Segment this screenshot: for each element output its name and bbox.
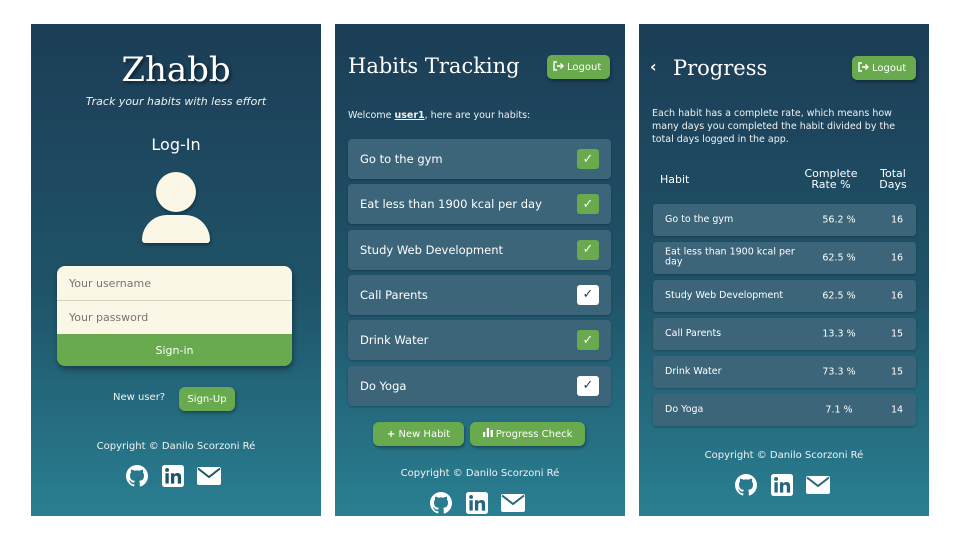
social-links xyxy=(429,491,525,515)
logout-button[interactable]: Logout xyxy=(852,56,916,80)
progress-days-value: 16 xyxy=(890,252,904,264)
logout-button[interactable]: Logout xyxy=(547,55,610,79)
progress-rate-value: 73.3 % xyxy=(822,366,856,378)
bar-chart-icon xyxy=(482,428,493,440)
social-links xyxy=(125,464,221,488)
password-input[interactable] xyxy=(57,300,292,334)
linkedin-icon[interactable] xyxy=(465,491,489,515)
github-icon[interactable] xyxy=(734,473,758,497)
login-screen: Zhabb Track your habits with less effort… xyxy=(31,24,321,516)
habit-row: Do Yoga ✓ xyxy=(348,365,611,406)
progress-rate-value: 13.3 % xyxy=(822,328,856,340)
progress-intro: Each habit has a complete rate, which me… xyxy=(652,108,896,145)
github-icon[interactable] xyxy=(125,464,149,488)
progress-row: Eat less than 1900 kcal per day 62.5 % 16 xyxy=(653,242,916,274)
sign-in-button[interactable]: Sign-in xyxy=(57,334,292,366)
progress-days-value: 15 xyxy=(890,328,904,340)
copyright-text: Copyright © Danilo Scorzoni Ré xyxy=(96,441,256,452)
logout-label: Logout xyxy=(567,61,602,73)
habit-label: Study Web Development xyxy=(360,242,504,257)
progress-days-value: 16 xyxy=(890,290,904,302)
logout-icon xyxy=(553,60,564,74)
copyright-text: Copyright © Danilo Scorzoni Ré xyxy=(704,450,864,461)
check-icon: ✓ xyxy=(582,242,594,258)
page-title: Progress xyxy=(673,56,768,80)
progress-rate-value: 62.5 % xyxy=(822,290,856,302)
welcome-message: Welcome user1, here are your habits: xyxy=(348,110,531,121)
progress-habit-name: Go to the gym xyxy=(665,213,734,225)
progress-rate-value: 56.2 % xyxy=(822,214,856,226)
app-brand-title: Zhabb xyxy=(121,50,231,90)
username-input[interactable] xyxy=(57,266,292,300)
habit-row: Drink Water ✓ xyxy=(348,320,611,361)
sign-up-button[interactable]: Sign-Up xyxy=(179,387,235,411)
habit-checkbox[interactable]: ✓ xyxy=(577,194,599,215)
progress-check-button[interactable]: Progress Check xyxy=(470,422,585,446)
habit-row: Go to the gym ✓ xyxy=(348,139,611,179)
progress-days-value: 14 xyxy=(890,404,904,416)
habit-checkbox[interactable]: ✓ xyxy=(577,239,599,260)
habit-checkbox[interactable]: ✓ xyxy=(577,149,599,169)
new-habit-label: New Habit xyxy=(398,428,451,440)
habit-row: Eat less than 1900 kcal per day ✓ xyxy=(348,184,611,225)
copyright-text: Copyright © Danilo Scorzoni Ré xyxy=(400,468,560,479)
column-header-rate: Complete Rate % xyxy=(804,167,858,191)
habit-label: Drink Water xyxy=(360,333,429,348)
check-icon: ✓ xyxy=(582,151,594,167)
logout-icon xyxy=(858,61,869,75)
back-chevron-icon[interactable]: ‹ xyxy=(650,57,657,76)
mail-icon[interactable] xyxy=(501,491,525,515)
progress-habit-name: Call Parents xyxy=(665,327,722,339)
new-habit-button[interactable]: + New Habit xyxy=(373,422,464,446)
habit-label: Do Yoga xyxy=(360,378,407,393)
column-header-days: Total Days xyxy=(879,167,907,191)
check-icon: ✓ xyxy=(582,196,594,212)
page-title: Habits Tracking xyxy=(348,54,520,78)
username-link[interactable]: user1 xyxy=(394,110,424,121)
habit-checkbox[interactable]: ✓ xyxy=(577,284,599,305)
progress-row: Drink Water 73.3 % 15 xyxy=(653,356,916,388)
check-icon: ✓ xyxy=(582,287,594,303)
progress-habit-name: Drink Water xyxy=(665,365,722,377)
habit-checkbox[interactable]: ✓ xyxy=(577,330,599,351)
progress-days-value: 16 xyxy=(890,214,904,226)
progress-habit-name: Eat less than 1900 kcal per day xyxy=(665,246,795,268)
progress-row: Study Web Development 62.5 % 16 xyxy=(653,280,916,312)
progress-row: Call Parents 13.3 % 15 xyxy=(653,318,916,350)
progress-rate-value: 62.5 % xyxy=(822,252,856,264)
habit-checkbox[interactable]: ✓ xyxy=(577,375,599,396)
check-icon: ✓ xyxy=(582,332,594,348)
linkedin-icon[interactable] xyxy=(770,473,794,497)
progress-check-label: Progress Check xyxy=(495,429,573,440)
habit-label: Go to the gym xyxy=(360,152,443,166)
progress-habit-name: Do Yoga xyxy=(665,403,704,415)
new-user-label: New user? xyxy=(113,392,166,403)
progress-rate-value: 7.1 % xyxy=(825,404,853,416)
social-links xyxy=(734,473,830,497)
habit-row: Study Web Development ✓ xyxy=(348,229,611,270)
column-header-habit: Habit xyxy=(660,173,690,186)
habit-label: Call Parents xyxy=(360,287,428,302)
progress-row: Go to the gym 56.2 % 16 xyxy=(653,204,916,236)
progress-row: Do Yoga 7.1 % 14 xyxy=(653,394,916,426)
logout-label: Logout xyxy=(872,62,907,74)
github-icon[interactable] xyxy=(429,491,453,515)
progress-screen: ‹ Progress Logout Each habit has a compl… xyxy=(639,24,929,516)
habits-tracking-screen: Habits Tracking Logout Welcome user1, he… xyxy=(335,24,625,516)
linkedin-icon[interactable] xyxy=(161,464,185,488)
habit-label: Eat less than 1900 kcal per day xyxy=(360,197,542,212)
progress-habit-name: Study Web Development xyxy=(665,289,784,301)
plus-icon: + xyxy=(386,428,396,440)
mail-icon[interactable] xyxy=(806,473,830,497)
app-tagline: Track your habits with less effort xyxy=(85,95,267,108)
login-form: Sign-in xyxy=(57,266,292,366)
mail-icon[interactable] xyxy=(197,464,221,488)
progress-days-value: 15 xyxy=(890,366,904,378)
check-icon: ✓ xyxy=(582,378,594,393)
login-heading: Log-In xyxy=(151,135,201,154)
habit-row: Call Parents ✓ xyxy=(348,274,611,315)
